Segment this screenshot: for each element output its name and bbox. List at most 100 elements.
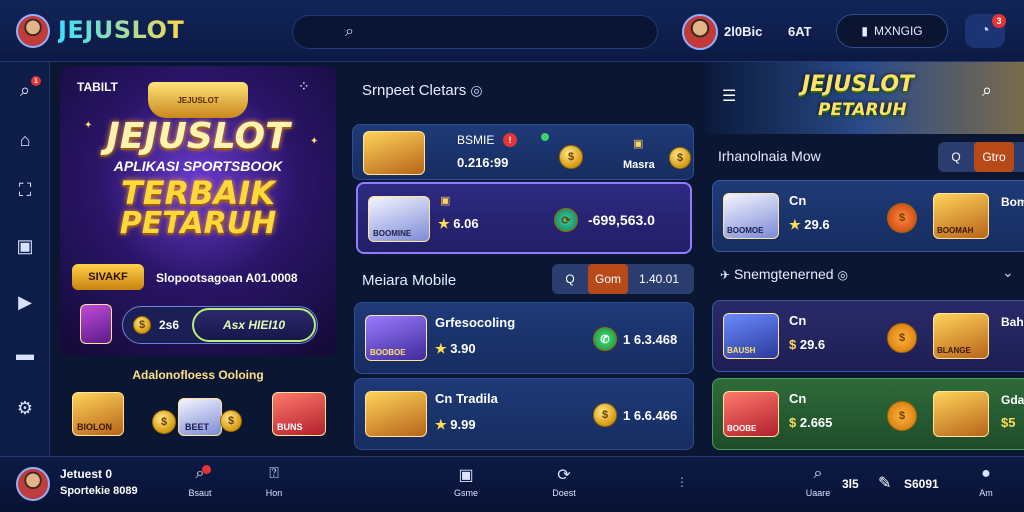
card-prefix: $5 bbox=[1001, 415, 1016, 430]
card-rating: ★ 3.90 bbox=[435, 341, 476, 356]
nav-item[interactable]: ▣ Gsme bbox=[438, 465, 494, 498]
section-title: ✈ Snemgtenerned ◎ bbox=[720, 266, 848, 282]
doc-icon: ▣ bbox=[633, 138, 644, 150]
coin-icon: $ bbox=[887, 401, 917, 431]
promo-tag: TABILT bbox=[77, 80, 118, 94]
card-rating: ★ 29.6 bbox=[789, 217, 830, 232]
search-input[interactable]: ⌕ bbox=[292, 15, 658, 49]
section-title: Adalonofloess Ooloing bbox=[132, 368, 264, 382]
filter-tab-active[interactable]: Gtro bbox=[974, 142, 1014, 172]
bottom-value-1: 3l5 bbox=[842, 477, 859, 491]
promo-cta-button[interactable]: Asx HIEI10 bbox=[192, 308, 316, 342]
chat-icon: ◔ bbox=[980, 22, 990, 39]
user-avatar[interactable] bbox=[16, 14, 50, 48]
app-logo[interactable]: JEJUSLOT bbox=[58, 16, 184, 44]
bottom-value-2: S6091 bbox=[904, 477, 939, 491]
promo-title-3: PETARUH bbox=[119, 206, 277, 241]
card-name: Cn Tradila bbox=[435, 391, 498, 406]
game-thumb: BOOMAH bbox=[933, 193, 989, 239]
promo-description: Slopootsagoan A01.0008 bbox=[156, 271, 298, 285]
card-rating: $ 29.6 bbox=[789, 337, 826, 352]
game-thumb[interactable]: BEET bbox=[178, 398, 222, 436]
scan-icon[interactable]: ⛶ bbox=[13, 178, 37, 202]
profile-icon: ● bbox=[981, 465, 991, 482]
game-thumb bbox=[933, 391, 989, 437]
balance-label: 6AT bbox=[788, 24, 812, 39]
coin-icon: $ bbox=[152, 410, 176, 434]
filter-tab-active[interactable]: Gom bbox=[588, 264, 628, 294]
nav-item[interactable]: ⍰ Hon bbox=[246, 465, 302, 498]
right-banner[interactable]: ☰ JEJUSLOT PETARUH ⌕ bbox=[706, 62, 1024, 134]
edit-icon[interactable]: ✎ bbox=[878, 473, 891, 493]
game-thumb[interactable]: BIOLON bbox=[72, 392, 124, 436]
refresh-icon[interactable]: ⟳ bbox=[554, 208, 578, 232]
wallet-icon[interactable]: ▬ bbox=[13, 342, 37, 366]
game-card[interactable]: BOOBOE Grfesocoling ★ 3.90 ✆ 1 6.3.468 bbox=[354, 302, 694, 374]
coin-icon: $ bbox=[133, 316, 151, 334]
card-rating: ★ 9.99 bbox=[435, 417, 476, 432]
phone-icon[interactable]: ✆ bbox=[593, 327, 617, 351]
section-title: Irhanolnaia Mow bbox=[718, 148, 821, 164]
games-icon[interactable]: ▣ bbox=[13, 234, 37, 258]
search-icon[interactable]: ⌕ bbox=[982, 80, 992, 101]
game-thumb[interactable]: BUNS bbox=[272, 392, 326, 436]
refresh-icon: ◎ bbox=[837, 268, 848, 282]
promo-banner[interactable]: ✦ ✦ ✦ TABILT ⁘ JEJUSLOT JEJUSLOT APLIKAS… bbox=[60, 66, 336, 356]
card-rating: ★ 6.06 bbox=[438, 216, 479, 231]
game-card[interactable]: BOOBE Cn $ 2.665 $ Gda $5 bbox=[712, 378, 1024, 450]
filter-search-icon[interactable]: Q bbox=[938, 142, 974, 172]
nav-item[interactable]: ⌕ Bsaut bbox=[172, 465, 228, 498]
filter-group[interactable]: Q Gom 1.40.01 bbox=[552, 264, 694, 294]
globe-icon: ◎ bbox=[470, 82, 483, 98]
games-icon: ▣ bbox=[458, 467, 474, 484]
doc-icon: ▣ bbox=[440, 195, 451, 207]
status-dot bbox=[541, 133, 549, 141]
game-card[interactable]: Cn Tradila ★ 9.99 $ 1 6.6.466 bbox=[354, 378, 694, 450]
menu-button[interactable]: ▮ MXNGIG bbox=[836, 14, 948, 48]
game-thumb: BLANGE bbox=[933, 313, 989, 359]
card-name: Gda bbox=[1001, 393, 1024, 407]
card-value: 0.216:99 bbox=[457, 155, 509, 170]
media-icon[interactable]: ▶ bbox=[13, 290, 37, 314]
card-name: Cn bbox=[789, 391, 807, 406]
promo-chip: SIVAKF bbox=[72, 264, 144, 290]
card-name: Bom bbox=[1001, 195, 1024, 209]
filter-search-icon[interactable]: Q bbox=[552, 264, 588, 294]
more-icon[interactable]: ⋮ bbox=[676, 475, 688, 489]
selected-card[interactable]: BOOMINE ▣ ★ 6.06 ⟳ -699,563.0 bbox=[356, 182, 692, 254]
filter-group[interactable]: Q Gtro bbox=[938, 142, 1024, 172]
coin-icon: $ bbox=[559, 145, 583, 169]
share-icon[interactable]: ⁘ bbox=[298, 78, 310, 95]
banner-logo-2: PETARUH bbox=[818, 100, 907, 120]
coin-icon: $ bbox=[593, 403, 617, 427]
card-name: Bah bbox=[1001, 315, 1024, 329]
rail-search-badge: 1 bbox=[31, 76, 41, 86]
profile-avatar[interactable] bbox=[682, 14, 718, 50]
card-name: Grfesocoling bbox=[435, 315, 516, 330]
top-header: JEJUSLOT ⌕ 2l0Bic 6AT ▮ MXNGIG ◔ 3 bbox=[0, 0, 1024, 62]
nav-item[interactable]: ● Am bbox=[958, 465, 1014, 498]
info-badge: ! bbox=[503, 133, 517, 147]
section-title: Meiara Mobile bbox=[362, 272, 457, 289]
user-line-1: Jetuest 0 bbox=[60, 467, 113, 481]
right-panel: ☰ JEJUSLOT PETARUH ⌕ Irhanolnaia Mow Q G… bbox=[706, 62, 1024, 456]
game-card[interactable]: BAUSH Cn $ 29.6 $ BLANGE Bah bbox=[712, 300, 1024, 372]
summary-card[interactable]: BSMIE ! 0.216:99 $ Masra ▣ $ bbox=[352, 124, 694, 180]
filter-tab[interactable]: 1.40.01 bbox=[628, 264, 690, 294]
game-thumb: BOOBE bbox=[723, 391, 779, 437]
chevron-down-icon[interactable]: ⌄ bbox=[1002, 264, 1014, 281]
menu-icon[interactable]: ☰ bbox=[722, 86, 736, 106]
game-card[interactable]: BOOMOE Cn ★ 29.6 $ BOOMAH Bom bbox=[712, 180, 1024, 252]
card-name: Cn bbox=[789, 313, 807, 328]
home-icon[interactable]: ⌂ bbox=[13, 128, 37, 152]
nav-item[interactable]: ⌕ Uaare bbox=[790, 465, 846, 498]
nav-item[interactable]: ⟳ Doest bbox=[536, 465, 592, 498]
user-avatar[interactable] bbox=[16, 467, 50, 501]
card-value: -699,563.0 bbox=[588, 212, 655, 228]
coin-icon: $ bbox=[887, 203, 917, 233]
refresh-icon: ⟳ bbox=[557, 467, 571, 484]
crest-logo: JEJUSLOT bbox=[148, 82, 248, 118]
card-label: Masra bbox=[623, 159, 655, 171]
settings-icon[interactable]: ⚙ bbox=[13, 396, 37, 420]
section-title: Srnpeet Cletars ◎ bbox=[362, 82, 483, 99]
